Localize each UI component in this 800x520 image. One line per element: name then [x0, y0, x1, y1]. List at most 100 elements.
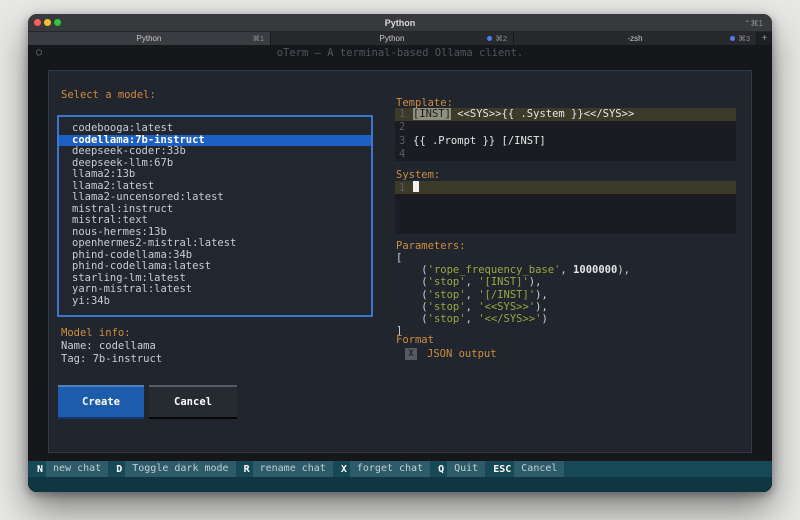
spinner-icon: ○	[36, 47, 42, 58]
model-list-item[interactable]: llama2:13b	[59, 169, 371, 181]
param-punct: )	[541, 313, 547, 325]
model-list-item[interactable]: deepseek-coder:33b	[59, 146, 371, 158]
parameter-line: ('stop', '[INST]'),	[396, 276, 737, 288]
footer-key: N	[34, 464, 46, 475]
template-editor[interactable]: 1[INST] <<SYS>>{{ .System }}<</SYS>>23{{…	[395, 108, 736, 161]
footer-description: forget chat	[350, 461, 430, 477]
line-number: 1	[395, 108, 413, 121]
tab-shortcut: ⌘3	[738, 34, 750, 43]
tab-label: -zsh	[627, 34, 642, 43]
footer-binding-rename-chat[interactable]: Rrename chat	[241, 461, 333, 477]
window-shortcut-hint: ⌃⌘1	[744, 19, 763, 28]
line-number: 2	[395, 121, 413, 134]
footer-key: D	[113, 464, 125, 475]
footer-binding-forget-chat[interactable]: Xforget chat	[338, 461, 430, 477]
zoom-window-button[interactable]	[54, 19, 61, 26]
param-string: '<<SYS>>'	[478, 301, 535, 313]
traffic-lights	[34, 14, 61, 31]
terminal-screen: ○ oTerm — A terminal-based Ollama client…	[28, 45, 772, 492]
param-punct: ),	[535, 301, 548, 313]
parameter-line: ('rope_frequency_base', 1000000),	[396, 264, 737, 276]
editor-line: 2	[395, 121, 736, 134]
param-punct: ,	[466, 301, 479, 313]
param-string: 'stop'	[428, 276, 466, 288]
footer-keybar: Nnew chat DToggle dark mode Rrename chat Xf…	[28, 461, 772, 477]
footer-binding-cancel[interactable]: ESCCancel	[490, 461, 564, 477]
model-list-item[interactable]: llama2-uncensored:latest	[59, 192, 371, 204]
param-punct: ,	[466, 289, 479, 301]
param-string: '[INST]'	[478, 276, 529, 288]
tab-3[interactable]: -zsh ⌘3	[514, 32, 757, 45]
footer-key: ESC	[490, 464, 514, 475]
line-number: 4	[395, 148, 413, 161]
footer-description: new chat	[46, 461, 108, 477]
desktop: Python ⌃⌘1 Python⌘1Python⌘2-zsh⌘3+ ○ oTe…	[0, 0, 800, 520]
footer-key: X	[338, 464, 350, 475]
model-dialog: Select a model: codebooga:latestcodellam…	[48, 70, 752, 453]
editor-line: 1[INST] <<SYS>>{{ .System }}<</SYS>>	[395, 108, 736, 121]
create-button[interactable]: Create	[58, 385, 144, 419]
model-list-item[interactable]: phind-codellama:latest	[59, 261, 371, 273]
param-punct: ,	[466, 276, 479, 288]
param-punct: [	[396, 252, 402, 264]
param-string: 'stop'	[428, 313, 466, 325]
json-output-label: JSON output	[427, 348, 497, 360]
footer-description: Toggle dark mode	[125, 461, 235, 477]
cancel-button[interactable]: Cancel	[149, 385, 237, 419]
footer-description: Quit	[447, 461, 485, 477]
model-list-item[interactable]: yi:34b	[59, 296, 371, 308]
tab-shortcut: ⌘2	[495, 34, 507, 43]
terminal-window: Python ⌃⌘1 Python⌘1Python⌘2-zsh⌘3+ ○ oTe…	[28, 14, 772, 492]
model-info-name: Name: codellama	[61, 340, 156, 353]
editor-text: {{ .Prompt }} [/INST]	[413, 135, 546, 147]
json-output-option[interactable]: X JSON output	[405, 348, 497, 360]
model-info-tag: Tag: 7b-instruct	[61, 353, 162, 366]
close-window-button[interactable]	[34, 19, 41, 26]
selected-text: [INST]	[413, 108, 451, 120]
minimize-window-button[interactable]	[44, 19, 51, 26]
parameter-line: ('stop', '[/INST]'),	[396, 289, 737, 301]
model-list-item[interactable]: mistral:text	[59, 215, 371, 227]
footer-binding-new-chat[interactable]: Nnew chat	[34, 461, 108, 477]
line-number: 3	[395, 135, 413, 148]
param-punct: ),	[535, 289, 548, 301]
footer-binding-toggle-dark-mode[interactable]: DToggle dark mode	[113, 461, 235, 477]
parameter-line: ('stop', '<<SYS>>'),	[396, 301, 737, 313]
param-punct: ,	[466, 313, 479, 325]
editor-text: <<SYS>>{{ .System }}<</SYS>>	[451, 108, 634, 120]
window-title: Python	[385, 18, 416, 28]
new-tab-button[interactable]: +	[757, 32, 772, 45]
system-editor[interactable]: 1	[395, 181, 736, 234]
model-info-label: Model info:	[61, 327, 131, 339]
tab-activity-dot-icon	[730, 36, 735, 41]
titlebar[interactable]: Python ⌃⌘1	[28, 14, 772, 32]
param-string: 'stop'	[428, 289, 466, 301]
param-string: 'stop'	[428, 301, 466, 313]
model-list-item[interactable]: openhermes2-mistral:latest	[59, 238, 371, 250]
footer-pad	[28, 477, 772, 492]
format-label: Format	[396, 334, 434, 346]
tab-1[interactable]: Python ⌘1	[28, 32, 271, 45]
json-output-checkbox[interactable]: X	[405, 348, 417, 360]
system-label: System:	[396, 169, 440, 181]
model-list-item[interactable]: codebooga:latest	[59, 123, 371, 135]
editor-line: 1	[395, 181, 736, 194]
param-punct: ),	[617, 264, 630, 276]
param-punct: ),	[529, 276, 542, 288]
param-punct: ,	[560, 264, 573, 276]
footer-description: rename chat	[253, 461, 333, 477]
app-header: ○ oTerm — A terminal-based Ollama client…	[28, 47, 772, 60]
tab-label: Python	[137, 34, 162, 43]
param-number: 1000000	[573, 264, 617, 276]
tab-2[interactable]: Python⌘2	[271, 32, 514, 45]
model-list[interactable]: codebooga:latestcodellama:7b-instructdee…	[57, 115, 373, 317]
footer-description: Cancel	[514, 461, 564, 477]
tab-activity-dot-icon	[487, 36, 492, 41]
footer-binding-quit[interactable]: QQuit	[435, 461, 485, 477]
param-string: '[/INST]'	[478, 289, 535, 301]
parameters-block: [ ('rope_frequency_base', 1000000), ('st…	[396, 252, 737, 337]
param-string: 'rope_frequency_base'	[428, 264, 561, 276]
tab-meta: ⌘1	[252, 34, 264, 43]
model-list-item[interactable]: yarn-mistral:latest	[59, 284, 371, 296]
param-string: '<</SYS>>'	[478, 313, 541, 325]
